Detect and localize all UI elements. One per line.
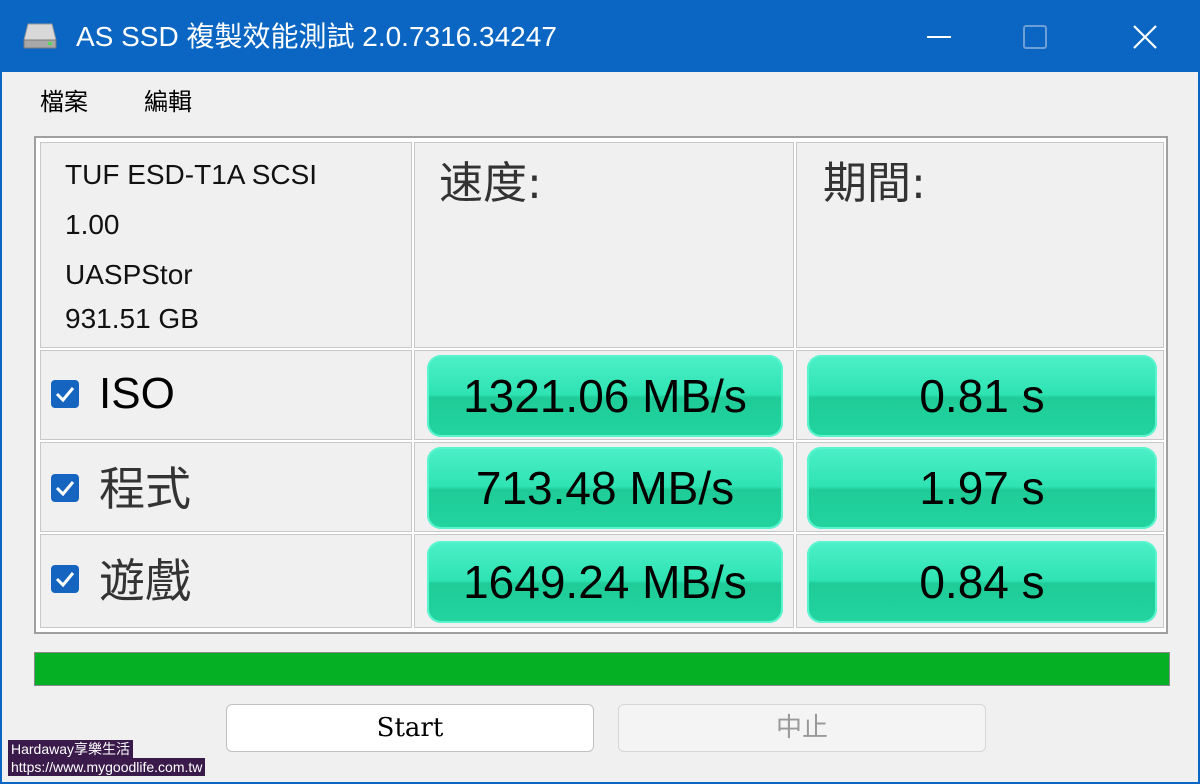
menu-bar: 檔案 編輯 [2,72,1198,132]
maximize-icon [1023,25,1047,49]
speed-column-header: 速度: [439,158,542,209]
stop-button: 中止 [618,704,986,752]
maximize-button [984,2,1084,72]
title-bar: AS SSD 複製效能測試 2.0.7316.34247 [2,2,1198,72]
menu-edit[interactable]: 編輯 [144,86,192,118]
progress-bar [34,652,1170,686]
iso-speed-value: 1321.06 MB/s [427,355,783,437]
iso-duration-cell: 0.81 s [796,350,1164,440]
iso-checkbox[interactable] [51,380,79,408]
speed-header-cell: 速度: [414,142,794,348]
game-label: 遊戲 [99,554,191,608]
test-row-game: 遊戲 [40,534,412,628]
results-grid: TUF ESD-T1A SCSI 1.00 UASPStor 931.51 GB… [34,136,1168,634]
checkmark-icon [55,481,75,497]
game-speed-value: 1649.24 MB/s [427,541,783,623]
game-duration-cell: 0.84 s [796,534,1164,628]
game-checkbox[interactable] [51,565,79,593]
checkmark-icon [55,572,75,588]
close-button[interactable] [1094,2,1194,72]
duration-column-header: 期間: [823,158,926,209]
program-checkbox[interactable] [51,474,79,502]
menu-file[interactable]: 檔案 [40,86,88,118]
program-speed-cell: 713.48 MB/s [414,442,794,532]
program-duration-cell: 1.97 s [796,442,1164,532]
progress-bar-fill [35,653,1169,685]
drive-icon [22,22,58,50]
iso-duration-value: 0.81 s [807,355,1157,437]
app-window: AS SSD 複製效能測試 2.0.7316.34247 檔案 編輯 TUF E… [0,0,1200,784]
iso-label: ISO [99,369,175,418]
test-row-iso: ISO [40,350,412,440]
duration-header-cell: 期間: [796,142,1164,348]
game-speed-cell: 1649.24 MB/s [414,534,794,628]
drive-model: TUF ESD-T1A SCSI [65,159,318,190]
game-duration-value: 0.84 s [807,541,1157,623]
test-row-program: 程式 [40,442,412,532]
minimize-icon [927,36,951,38]
watermark-line-1: Hardaway享樂生活 [8,740,134,758]
drive-capacity: 931.51 GB [65,303,199,334]
program-label: 程式 [99,462,191,516]
drive-info-panel: TUF ESD-T1A SCSI 1.00 UASPStor 931.51 GB [40,142,412,348]
drive-driver: UASPStor [65,259,193,290]
watermark-line-2: https://www.mygoodlife.com.tw [8,758,206,776]
close-icon [1133,25,1157,49]
iso-speed-cell: 1321.06 MB/s [414,350,794,440]
minimize-button[interactable] [888,2,988,72]
program-speed-value: 713.48 MB/s [427,447,783,529]
start-button[interactable]: Start [226,704,594,752]
drive-firmware: 1.00 [65,209,120,240]
checkmark-icon [55,387,75,403]
watermark: Hardaway享樂生活 https://www.mygoodlife.com.… [8,740,206,776]
window-title: AS SSD 複製效能測試 2.0.7316.34247 [76,21,557,52]
program-duration-value: 1.97 s [807,447,1157,529]
